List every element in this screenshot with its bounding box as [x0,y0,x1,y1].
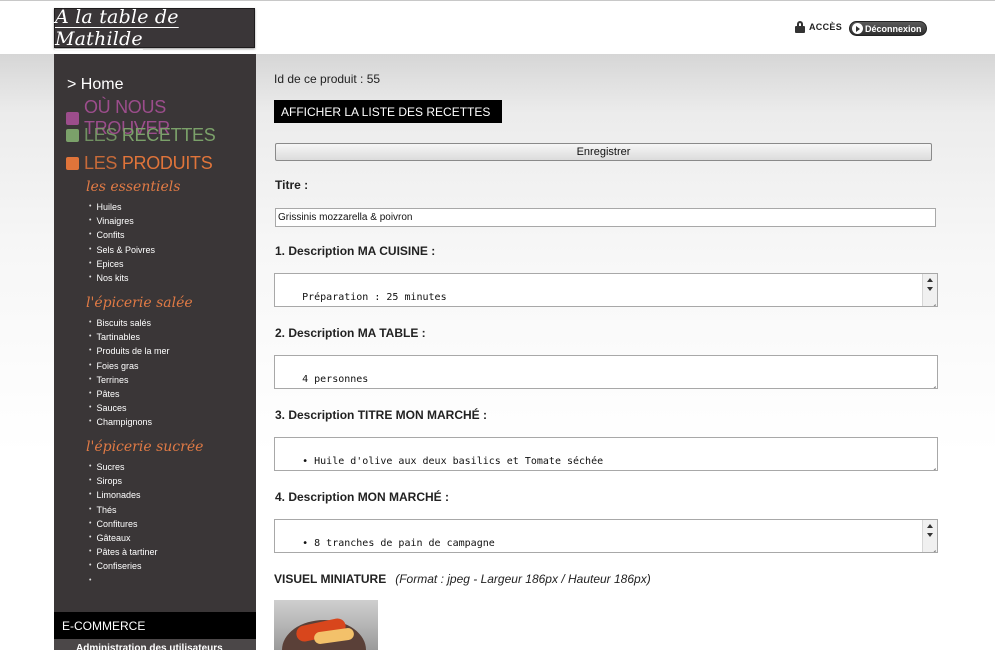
desc1-textarea[interactable]: Préparation : 25 minutes Cuisson : 20 mi… [274,273,938,307]
list-item[interactable]: Sucres [89,460,157,474]
scroll-up-icon[interactable] [927,278,933,282]
save-button[interactable]: Enregistrer [275,143,932,161]
title-input[interactable]: Grissinis mozzarella & poivron [275,208,936,227]
play-icon [852,23,863,34]
list-item[interactable]: Pâtes [89,387,170,401]
list-item[interactable]: Nos kits [89,271,155,285]
list-item[interactable]: Champignons [89,415,170,429]
sidebar: > Home OÙ NOUS TROUVER LES RECETTES LES … [54,54,256,650]
list-item[interactable]: Epices [89,257,155,271]
nav-recettes[interactable]: LES RECETTES [66,125,216,146]
desc2-label: 2. Description MA TABLE : [275,326,426,340]
site-header: À la table de Mathilde ACCÈS Déconnexion [0,1,995,54]
list-item[interactable]: Confitures [89,517,157,531]
title-label: Titre : [275,178,309,192]
list-item[interactable]: Sauces [89,401,170,415]
list-item[interactable]: Pâtes à tartiner [89,545,157,559]
desc2-text: 4 personnes [302,374,369,385]
list-item[interactable]: Limonades [89,488,157,502]
list-item[interactable]: Confiseries [89,559,157,573]
access-label: ACCÈS [809,22,843,32]
access-link[interactable]: ACCÈS [795,21,842,33]
nav-produits[interactable]: LES PRODUITS [66,153,213,174]
admin-users-link[interactable]: Administration des utilisateurs [54,639,256,650]
desc4-textarea[interactable]: • 8 tranches de pain de campagne • 2 Bou… [274,519,938,553]
category-epicerie-salee[interactable]: l'épicerie salée [86,295,193,311]
list-item[interactable]: Sirops [89,474,157,488]
thumbnail-label: VISUEL MINIATURE [274,572,387,586]
ecommerce-section-title[interactable]: E-COMMERCE [54,612,256,639]
category-essentiels[interactable]: les essentiels [86,179,180,195]
nav-label: RECETTES [121,125,216,145]
nav-square-icon [66,111,79,125]
list-item[interactable]: Foies gras [89,359,170,373]
nav-prefix: LES [84,153,118,173]
list-essentiels: Huiles Vinaigres Confits Sels & Poivres … [89,200,155,285]
list-item[interactable]: Confits [89,228,155,242]
resize-handle-icon[interactable] [927,296,936,305]
desc1-label: 1. Description MA CUISINE : [275,244,436,258]
logout-label: Déconnexion [865,23,922,34]
main-content: Id de ce produit : 55 AFFICHER LA LISTE … [274,54,954,650]
logout-button[interactable]: Déconnexion [849,21,927,36]
nav-prefix: OÙ [83,97,111,117]
site-logo[interactable]: À la table de Mathilde [54,6,255,50]
desc3-textarea[interactable]: • Huile d'olive aux deux basilics et Tom… [274,437,938,471]
show-recipes-button[interactable]: AFFICHER LA LISTE DES RECETTES [274,100,502,123]
desc4-text: • 8 tranches de pain de campagne • 2 Bou… [302,538,495,549]
nav-square-icon [66,157,79,170]
list-item[interactable]: Terrines [89,373,170,387]
resize-handle-icon[interactable] [927,378,936,387]
resize-handle-icon[interactable] [927,460,936,469]
desc2-textarea[interactable]: 4 personnes [274,355,938,389]
list-item[interactable]: Huiles [89,200,155,214]
scroll-down-icon[interactable] [927,287,933,291]
list-item[interactable]: Tartinables [89,330,170,344]
desc3-label: 3. Description TITRE MON MARCHÉ : [275,408,488,422]
list-item[interactable]: Sels & Poivres [89,243,155,257]
thumbnail-format-hint: (Format : jpeg - Largeur 186px / Hauteur… [395,572,651,586]
category-epicerie-sucree[interactable]: l'épicerie sucrée [86,439,203,455]
product-id: Id de ce produit : 55 [274,72,381,86]
nav-prefix: LES [84,125,118,145]
desc3-text: • Huile d'olive aux deux basilics et Tom… [302,456,604,467]
lock-icon [795,21,805,33]
scroll-down-icon[interactable] [927,533,933,537]
resize-handle-icon[interactable] [927,542,936,551]
desc4-label: 4. Description MON MARCHÉ : [275,490,450,504]
list-item[interactable] [89,574,157,588]
thumbnail-section: VISUEL MINIATURE (Format : jpeg - Largeu… [274,572,651,586]
list-item[interactable]: Thés [89,503,157,517]
scroll-up-icon[interactable] [927,524,933,528]
nav-label: PRODUITS [121,153,213,173]
list-item[interactable]: Produits de la mer [89,344,169,358]
list-epicerie-sucree: Sucres Sirops Limonades Thés Confitures … [89,460,157,588]
nav-home[interactable]: > Home [67,76,123,94]
product-thumbnail[interactable] [274,600,378,650]
list-epicerie-salee: Biscuits salés Tartinables Produits de l… [89,316,170,430]
list-item[interactable]: Vinaigres [89,214,155,228]
list-item[interactable]: Biscuits salés [89,316,170,330]
logo-text: À la table de Mathilde [55,6,179,50]
list-item[interactable]: Gâteaux [89,531,157,545]
nav-square-icon [66,129,79,142]
desc1-text: Préparation : 25 minutes Cuisson : 20 mi… [302,292,447,303]
